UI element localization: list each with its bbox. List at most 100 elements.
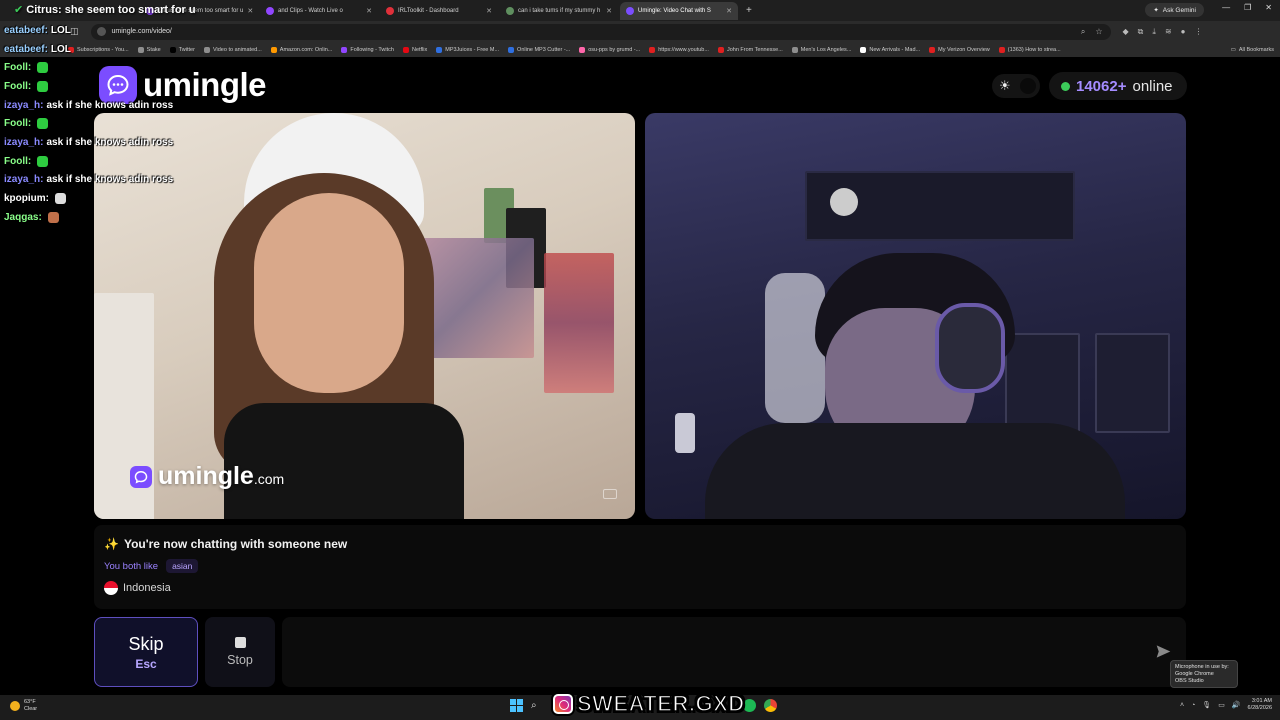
bookmark-item[interactable]: Following - Twitch xyxy=(341,46,394,53)
tab-close-icon[interactable]: ✕ xyxy=(726,7,732,15)
close-icon[interactable]: ✕ xyxy=(1265,3,1272,12)
tab-close-icon[interactable]: ✕ xyxy=(606,7,612,15)
chat-line: Fooll: xyxy=(4,152,204,171)
bookmark-item[interactable]: osu-pps by grumd -... xyxy=(579,46,641,53)
zoom-icon[interactable]: ⌕ xyxy=(1081,27,1085,37)
bookmark-star-icon[interactable]: ☆ xyxy=(1095,27,1102,37)
network-icon[interactable]: ◔ xyxy=(1191,702,1195,709)
clock-time: 3:01 AM xyxy=(1251,698,1272,704)
monitor-icon[interactable]: ▭ xyxy=(1218,701,1225,709)
menu-kebab-icon[interactable]: ⋮ xyxy=(1194,27,1202,37)
sparkle-icon: ✨ xyxy=(104,537,119,551)
bookmark-label: Following - Twitch xyxy=(350,46,394,53)
bookmark-item[interactable]: MP3Juices - Free M... xyxy=(436,46,500,53)
online-counter: 14062+ online xyxy=(1049,72,1187,100)
bookmark-item[interactable]: Men's Los Angeles... xyxy=(791,46,851,53)
weather-widget[interactable]: 63°F Clear xyxy=(10,699,37,712)
theme-toggle[interactable]: ☀ xyxy=(992,74,1040,98)
online-label: online xyxy=(1132,77,1173,95)
chat-username: Fooll: xyxy=(4,118,32,130)
tab-label: and Clips - Watch Live o xyxy=(278,7,343,14)
weather-condition: Clear xyxy=(24,705,38,712)
extensions-puzzle-icon[interactable]: ⧉ xyxy=(1138,27,1144,37)
shared-interest-label: You both like xyxy=(104,560,159,572)
bookmark-item[interactable]: Netflix xyxy=(402,46,428,53)
skip-button[interactable]: Skip Esc xyxy=(94,617,198,687)
instagram-icon xyxy=(553,694,573,714)
microphone-tooltip: Microphone in use by: Google Chrome OBS … xyxy=(1170,660,1238,688)
microphone-icon[interactable]: 🎙 xyxy=(1202,701,1211,709)
chat-username: Fooll: xyxy=(4,80,32,92)
tab-close-icon[interactable]: ✕ xyxy=(247,7,253,15)
search-icon[interactable]: ⌕ xyxy=(531,700,537,711)
all-bookmarks-label: All Bookmarks xyxy=(1238,46,1274,53)
all-bookmarks-button[interactable]: ▭ All Bookmarks xyxy=(1224,42,1274,57)
ask-gemini-button[interactable]: ✦ Ask Gemini xyxy=(1145,3,1204,17)
bookmark-item[interactable]: Video to animated... xyxy=(203,46,262,53)
bookmark-favicon-icon xyxy=(998,46,1005,53)
self-video xyxy=(645,113,1186,519)
download-icon[interactable]: ⤓ xyxy=(1152,27,1156,37)
stop-button[interactable]: Stop xyxy=(205,617,275,687)
bookmark-favicon-icon xyxy=(717,46,724,53)
check-icon: ✔ xyxy=(14,4,24,16)
chrome-icon[interactable] xyxy=(763,699,777,712)
bookmark-item[interactable]: Amazon.com: Onlin... xyxy=(270,46,332,53)
tab-close-icon[interactable]: ✕ xyxy=(366,7,372,15)
extension-icon[interactable]: ◆ xyxy=(1123,27,1129,37)
chevron-up-icon[interactable]: ˄ xyxy=(1180,702,1184,709)
chat-username: Fooll: xyxy=(4,155,32,167)
clock-date: 6/28/2026 xyxy=(1247,705,1272,712)
browser-tab[interactable]: and Clips - Watch Live o ✕ xyxy=(260,2,378,20)
bookmark-favicon-icon xyxy=(860,46,867,53)
tab-favicon-icon xyxy=(506,6,514,15)
taskbar-clock[interactable]: 3:01 AM 6/28/2026 xyxy=(1248,698,1272,712)
chat-line: eatabeef: LOL xyxy=(4,40,204,59)
chat-emote-icon xyxy=(47,211,59,223)
bookmark-item[interactable]: John From Tennesse... xyxy=(717,46,783,53)
maximize-icon[interactable]: ❐ xyxy=(1244,3,1251,12)
tab-label: can i take tums if my stummy h xyxy=(518,7,601,14)
skip-shortcut: Esc xyxy=(135,656,157,671)
bookmark-label: https://www.youtub... xyxy=(658,46,709,53)
url-omnibox[interactable]: umingle.com/video/ ⌕ ☆ xyxy=(90,23,1111,40)
bookmark-label: MP3Juices - Free M... xyxy=(445,46,500,53)
new-tab-button[interactable]: + xyxy=(740,5,758,16)
match-info-panel: ✨ You're now chatting with someone new Y… xyxy=(94,525,1186,609)
bookmark-label: Netflix xyxy=(411,46,428,53)
bookmark-favicon-icon xyxy=(436,46,443,53)
bookmark-favicon-icon xyxy=(791,46,798,53)
browser-tab[interactable]: IRLToolkit - Dashboard ✕ xyxy=(380,2,498,20)
profile-avatar-icon[interactable]: ● xyxy=(1181,27,1186,37)
folder-icon: ▭ xyxy=(1230,46,1236,53)
bookmark-item[interactable]: New Arrivals - Mad... xyxy=(860,46,920,53)
tab-close-icon[interactable]: ✕ xyxy=(486,7,492,15)
bookmark-item[interactable]: Online MP3 Cutter -... xyxy=(508,46,570,53)
bookmark-item[interactable]: (1363) How to strea... xyxy=(998,46,1061,53)
chat-message-input[interactable] xyxy=(282,617,1186,687)
bookmark-item[interactable]: My Verizon Overview xyxy=(929,46,990,53)
chat-username: izaya_h: xyxy=(4,99,44,111)
windows-start-icon[interactable] xyxy=(510,699,523,712)
system-tray: ˄ ◔ 🎙 ▭ 🔊 3:01 AM 6/28/2026 xyxy=(1180,698,1272,712)
chat-line: Jaqgas: xyxy=(4,208,204,227)
browser-tab[interactable]: Umingle: Video Chat with S ✕ xyxy=(620,1,738,20)
chat-message: LOL xyxy=(50,24,71,36)
bookmark-favicon-icon xyxy=(270,46,277,53)
bookmark-label: osu-pps by grumd -... xyxy=(588,46,641,53)
browser-tab[interactable]: can i take tums if my stummy h ✕ xyxy=(500,2,618,20)
send-icon[interactable] xyxy=(1155,644,1172,664)
tune-icon[interactable]: ≋ xyxy=(1165,27,1172,37)
bookmark-item[interactable]: https://www.youtub... xyxy=(649,46,709,53)
chat-username: eatabeef: xyxy=(4,43,48,55)
match-message: You're now chatting with someone new xyxy=(123,537,348,551)
volume-icon[interactable]: 🔊 xyxy=(1232,701,1241,709)
minimize-icon[interactable]: — xyxy=(1222,3,1230,12)
window-controls: — ❐ ✕ xyxy=(1222,3,1272,12)
video-watermark: umingle.com xyxy=(130,462,284,491)
stream-chat-overlay: eatabeef: LOL eatabeef: LOL Fooll: Fooll: izay… xyxy=(4,21,204,227)
chat-message: ask if she knows adin ross xyxy=(46,174,174,186)
bookmark-favicon-icon xyxy=(579,46,586,53)
report-flag-icon[interactable] xyxy=(603,489,617,499)
tab-favicon-icon xyxy=(266,6,274,15)
